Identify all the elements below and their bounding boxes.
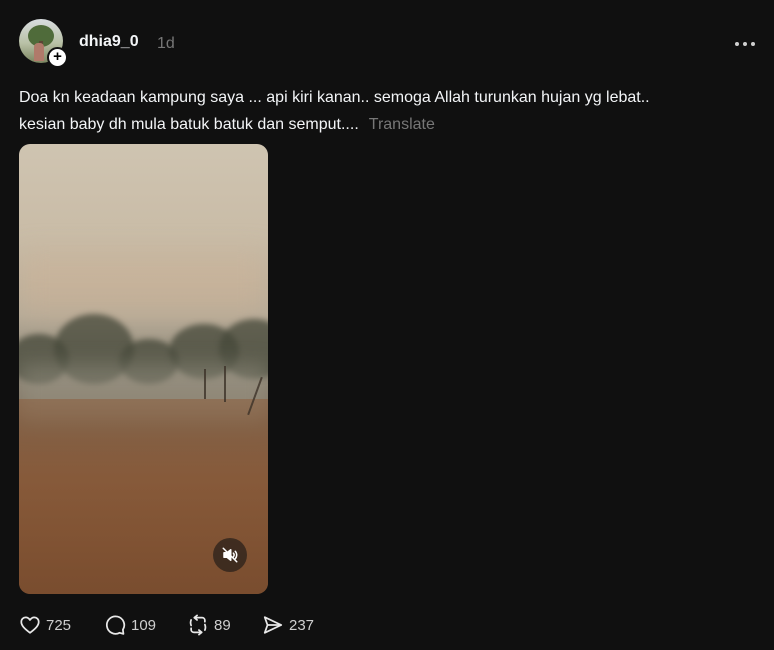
repost-count: 89 — [214, 616, 231, 634]
more-dot-icon — [751, 42, 755, 46]
repost-icon — [189, 614, 207, 636]
like-count: 725 — [46, 616, 72, 634]
like-button[interactable]: 725 — [19, 612, 71, 638]
share-button[interactable]: 237 — [262, 612, 314, 638]
comment-bubble-icon — [106, 615, 126, 635]
repost-button[interactable]: 89 — [187, 612, 231, 638]
caption-line-2-text: kesian baby dh mula batuk batuk dan semp… — [19, 116, 359, 133]
avatar[interactable]: + — [19, 19, 68, 68]
share-count: 237 — [289, 616, 315, 634]
video-player[interactable] — [19, 144, 268, 594]
post-card: + dhia9_0 1d Doa kn keadaan kampung saya… — [0, 0, 774, 650]
username[interactable]: dhia9_0 — [79, 33, 139, 51]
post-caption: Doa kn keadaan kampung saya ... api kiri… — [19, 84, 759, 138]
comment-button[interactable]: 109 — [104, 612, 156, 638]
send-icon — [263, 616, 283, 634]
follow-plus-icon[interactable]: + — [47, 47, 68, 68]
avatar-person-shape — [34, 43, 44, 61]
video-haze — [19, 254, 268, 314]
translate-link[interactable]: Translate — [369, 116, 435, 133]
caption-line-2: kesian baby dh mula batuk batuk dan semp… — [19, 111, 759, 138]
speaker-muted-icon — [222, 547, 238, 563]
mute-toggle-button[interactable] — [213, 538, 247, 572]
heart-icon — [20, 616, 40, 634]
comment-count: 109 — [131, 616, 157, 634]
caption-line-1: Doa kn keadaan kampung saya ... api kiri… — [19, 89, 650, 106]
more-dot-icon — [735, 42, 739, 46]
more-dot-icon — [743, 42, 747, 46]
post-time[interactable]: 1d — [157, 35, 175, 53]
more-options-button[interactable] — [733, 33, 757, 53]
